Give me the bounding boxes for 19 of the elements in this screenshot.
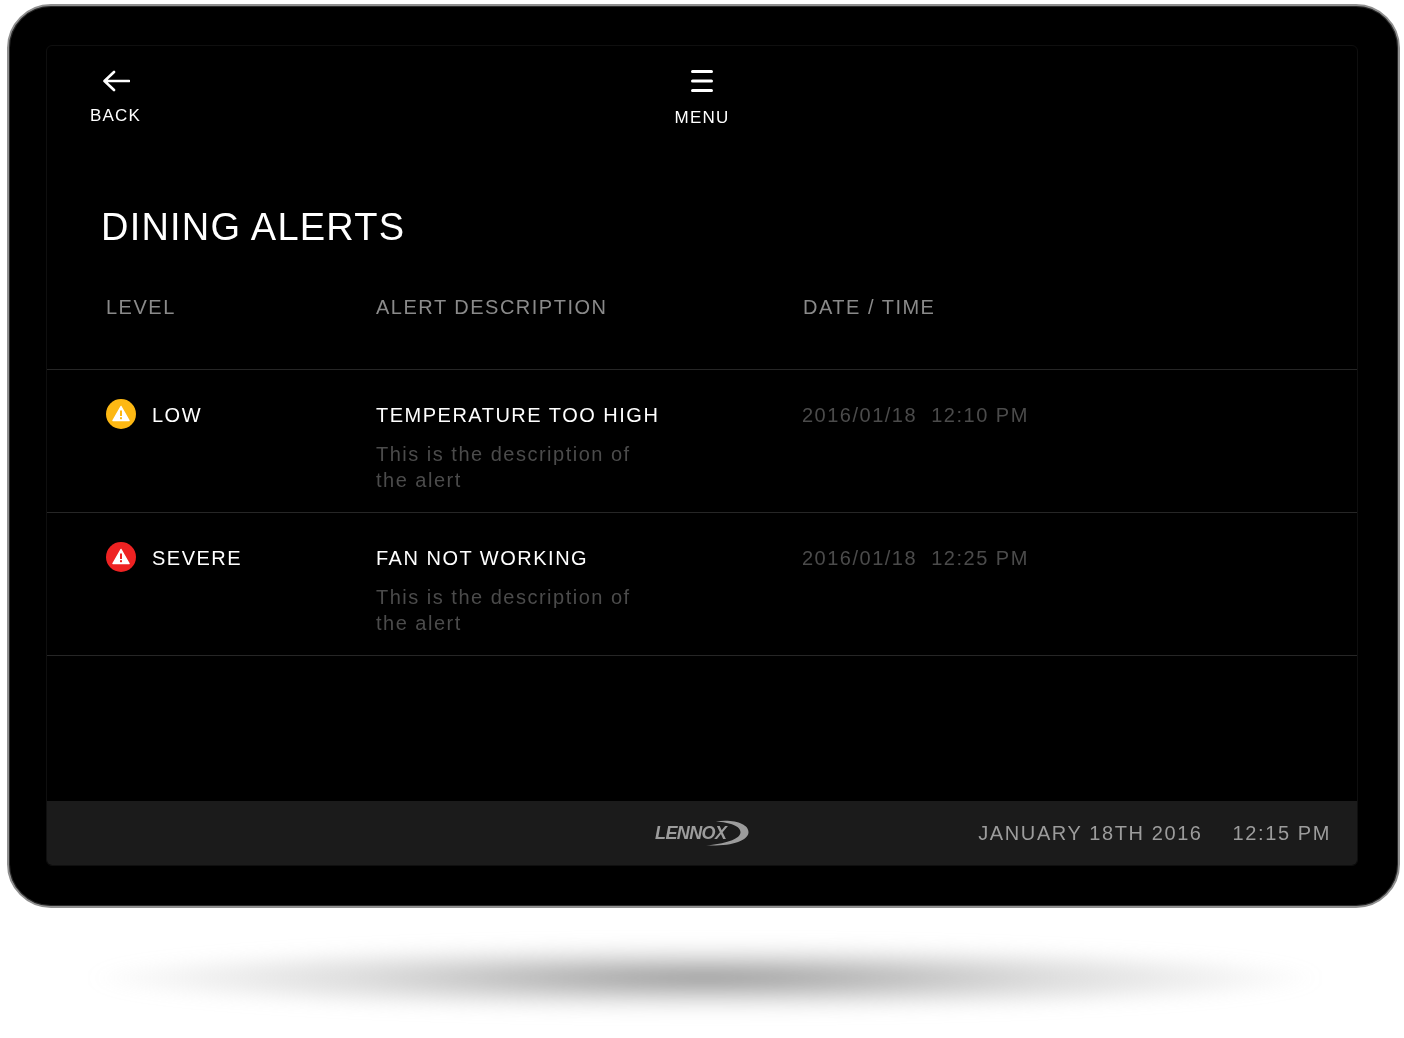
back-button[interactable]: BACK [90,70,142,127]
menu-icon [691,70,713,92]
column-header: LEVEL [106,294,177,319]
alert-level: SEVERE [152,545,243,570]
alert-datetime: 2016/01/18 12:10 PM [802,403,1029,426]
column-header: DATE / TIME [803,294,937,319]
back-arrow-icon [101,70,130,92]
footer-time: 12:15 PM [1232,821,1331,845]
footer-date: JANUARY 18TH 2016 [978,821,1203,845]
alert-title: FAN NOT WORKING [376,545,589,570]
alert-description: This is the description of the alert [376,584,632,636]
menu-button[interactable]: MENU [674,70,730,129]
alert-level: LOW [152,402,203,427]
alert-title: TEMPERATURE TOO HIGH [376,402,660,427]
alert-datetime: 2016/01/18 12:25 PM [802,546,1029,569]
page-title: DINING ALERTS [101,205,407,250]
brand-logo: LENNOX [654,818,750,848]
alert-description: This is the description of the alert [376,441,632,493]
column-header: ALERT DESCRIPTION [376,294,609,319]
